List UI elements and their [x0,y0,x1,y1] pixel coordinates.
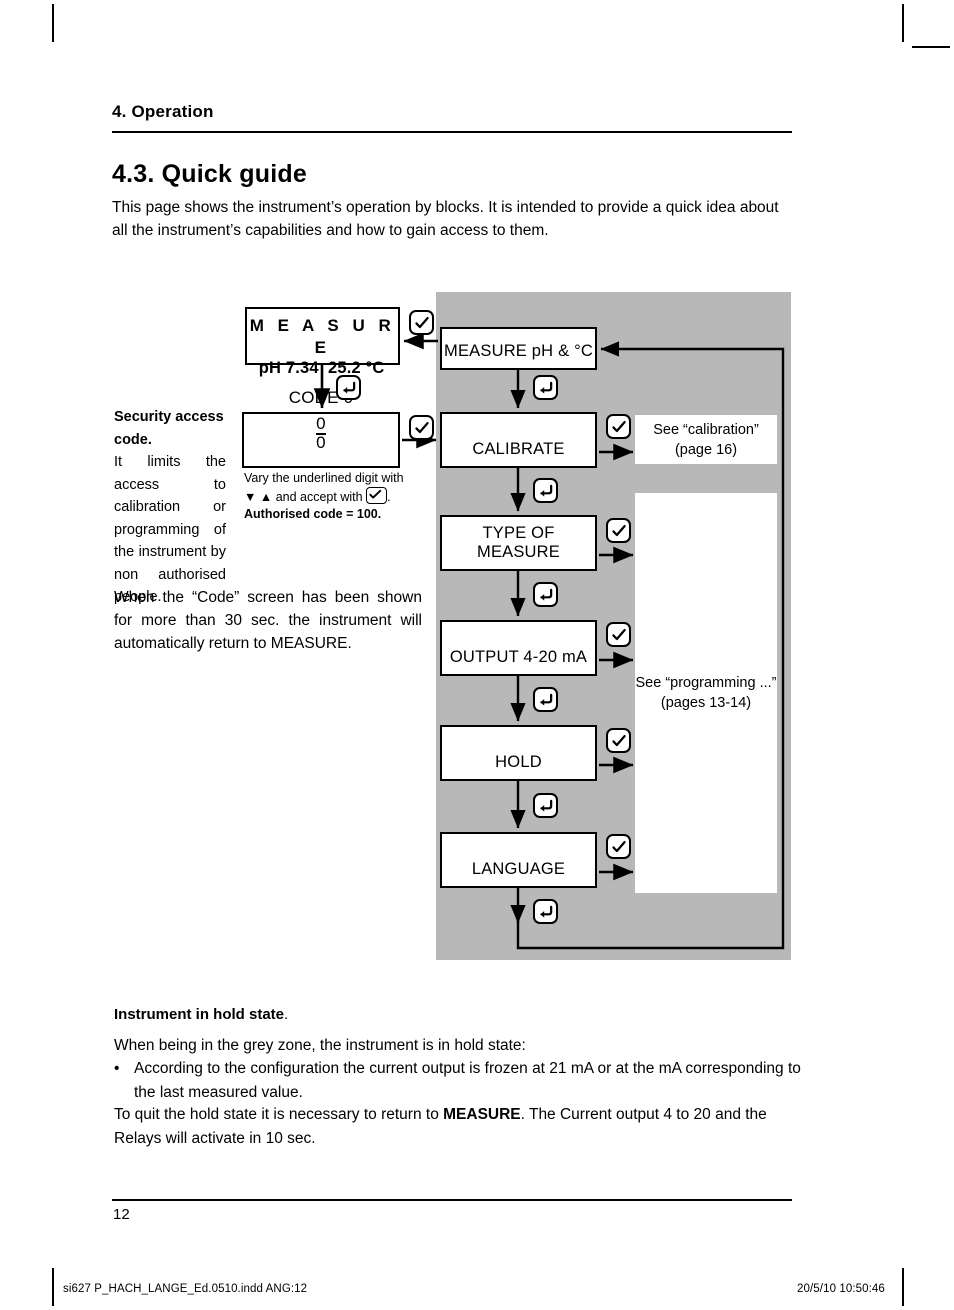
back-key-output[interactable] [533,687,558,712]
hold-state-p2-emphasis: MEASURE [443,1106,521,1123]
crop-mark-top-left [52,4,54,42]
back-key-measure-ph[interactable] [533,375,558,400]
hold-state-p2-part1: To quit the hold state it is necessary t… [114,1106,444,1123]
code-instruction-line1: Vary the underlined digit with [244,471,404,485]
code-suffix: 0 [316,433,326,452]
intro-paragraph: This page shows the instrument’s operati… [112,199,779,239]
check-key-calibrate[interactable] [606,414,631,439]
check-key-icon [366,487,388,504]
flow-block-calibrate-label: CALIBRATE [472,440,565,458]
code-instruction-keys: ▼ ▲ and accept with [244,490,363,504]
hold-state-heading-text: Instrument in hold state [114,1006,285,1023]
flow-block-language: LANGUAGE [440,832,597,888]
flow-block-hold-label: HOLD [495,753,542,771]
flow-block-language-label: LANGUAGE [471,860,566,878]
security-access-body: It limits the access to calibration or p… [114,454,226,605]
flow-block-measure-ph-label: MEASURE pH & °C [444,342,593,360]
bullet-marker: • [114,1060,120,1077]
check-key-code[interactable] [409,415,434,440]
page-title: 4.3. Quick guide [112,160,307,188]
crop-mark-top-right [902,4,904,42]
hold-state-paragraph-2: To quit the hold state it is necessary t… [114,1103,804,1151]
check-key-hold[interactable] [606,728,631,753]
flow-block-hold: HOLD [440,725,597,781]
code-label: CODE 0 00 [244,388,398,466]
print-metadata-right: 20/5/10 10:50:46 [797,1283,885,1295]
back-key-type-of-measure[interactable] [533,582,558,607]
code-instructions: Vary the underlined digit with ▼ ▲ and a… [244,470,434,523]
reference-programming: See “programming ...” (pages 13-14) [635,493,777,893]
lcd-ph-value: pH 7.34 [258,359,319,377]
flow-block-calibrate: CALIBRATE [440,412,597,468]
reference-calibration-line1: See “calibration” [653,421,759,438]
code-prefix: CODE 0 [288,388,354,407]
code-underlined-digit: 0 [316,414,326,435]
flow-block-output: OUTPUT 4-20 mA [440,620,597,676]
hold-state-bullet-item: • According to the configuration the cur… [114,1057,804,1105]
reference-programming-inner: See “programming ...” (pages 13-14) [635,673,776,713]
check-key-measure[interactable] [409,310,434,335]
security-access-heading: Security access code. [114,409,224,448]
header-divider [112,131,792,133]
lcd-code-display: CODE 0 00 [242,388,400,468]
reference-programming-line1: See “programming ...” [635,675,777,691]
hold-state-bullet-text: According to the configuration the curre… [134,1060,801,1101]
footer-divider [112,1199,792,1201]
print-metadata-left: si627 P_HACH_LANGE_Ed.0510.indd ANG:12 [63,1283,308,1295]
hold-state-paragraph-1: When being in the grey zone, the instrum… [114,1037,526,1054]
flow-block-type-of-measure-label: TYPE OF MEASURE [477,524,560,561]
crop-mark-top-right-h [912,46,950,48]
reference-calibration-line2: (page 16) [674,441,738,458]
reference-programming-line2: (pages 13-14) [660,695,752,711]
code-instruction-period: . [387,490,391,504]
hold-state-heading: Instrument in hold state. [114,1006,288,1023]
security-access-note: Security access code. It limits the acce… [114,406,226,609]
authorised-code: Authorised code = 100. [244,507,382,521]
lcd-title: M E A S U R E [249,316,396,357]
page-number: 12 [113,1206,130,1223]
back-key-calibrate[interactable] [533,478,558,503]
code-timeout-note: When the “Code” screen has been shown fo… [114,589,422,652]
chapter-title: 4. Operation [112,102,214,121]
check-key-output[interactable] [606,622,631,647]
manual-page: 4. Operation 4.3. Quick guide This page … [0,0,954,1310]
hold-state-heading-period: . [284,1006,289,1023]
check-key-language[interactable] [606,834,631,859]
back-key-language[interactable] [533,899,558,924]
lcd-measure-display: M E A S U R E pH 7.34 25.2 °C [245,307,400,377]
crop-mark-bottom-left [52,1268,54,1306]
back-key-lcd[interactable] [336,375,361,400]
flow-block-type-of-measure: TYPE OF MEASURE [440,515,597,571]
back-key-hold[interactable] [533,793,558,818]
reference-calibration: See “calibration” (page 16) [635,415,777,464]
flow-block-output-label: OUTPUT 4-20 mA [449,648,588,666]
crop-mark-bottom-right [902,1268,904,1306]
lcd-readout: pH 7.34 25.2 °C [247,359,398,385]
flow-block-measure-ph: MEASURE pH & °C [440,327,597,370]
code-instruction-line2: ▼ ▲ and accept with . [244,487,434,506]
check-key-type-of-measure[interactable] [606,518,631,543]
